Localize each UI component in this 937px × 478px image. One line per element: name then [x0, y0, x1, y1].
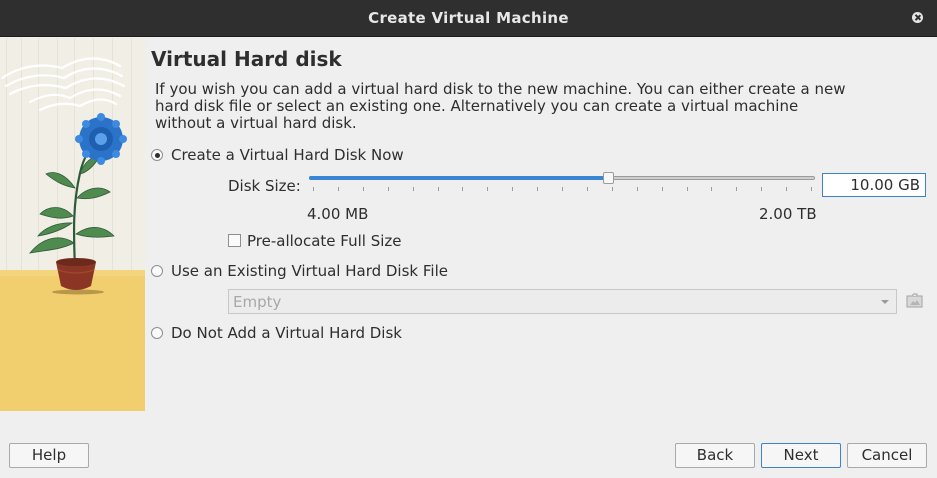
slider-tick: [586, 187, 588, 191]
radio-use-existing-disk[interactable]: [151, 265, 163, 277]
slider-tick: [686, 187, 688, 191]
help-button[interactable]: Help: [9, 443, 89, 468]
slider-tick: [412, 187, 414, 191]
slider-tick: [786, 187, 788, 191]
slider-min-label: 4.00 MB: [307, 205, 369, 223]
slider-tick: [462, 187, 464, 191]
option-label-no-disk[interactable]: Do Not Add a Virtual Hard Disk: [171, 324, 402, 342]
existing-disk-select[interactable]: Empty: [228, 289, 897, 314]
slider-tick: [337, 187, 339, 191]
slider-tick: [761, 187, 763, 191]
slider-tick: [512, 187, 514, 191]
preallocate-label[interactable]: Pre-allocate Full Size: [247, 232, 402, 250]
title-bar: Create Virtual Machine: [0, 0, 937, 37]
slider-max-label: 2.00 TB: [759, 205, 817, 223]
slider-tick: [362, 187, 364, 191]
slider-tick: [537, 187, 539, 191]
radio-create-disk-now[interactable]: [151, 149, 163, 161]
option-label-use-existing[interactable]: Use an Existing Virtual Hard Disk File: [171, 262, 448, 280]
close-icon[interactable]: [912, 12, 923, 23]
slider-tick: [661, 187, 663, 191]
chevron-down-icon: [881, 300, 889, 304]
slider-tick: [611, 187, 613, 191]
page-description: If you wish you can add a virtual hard d…: [155, 80, 846, 132]
existing-disk-select-value: Empty: [233, 293, 282, 311]
preallocate-checkbox[interactable]: [228, 234, 241, 247]
slider-tick: [313, 187, 314, 191]
next-button[interactable]: Next: [761, 443, 841, 468]
slider-handle[interactable]: [602, 172, 614, 184]
slider-tick: [736, 187, 738, 191]
slider-tick: [636, 187, 638, 191]
option-label-create-now[interactable]: Create a Virtual Hard Disk Now: [171, 146, 404, 164]
folder-open-icon[interactable]: [906, 293, 923, 308]
back-button[interactable]: Back: [675, 443, 755, 468]
wizard-illustration: [0, 38, 145, 411]
page-title: Virtual Hard disk: [151, 47, 342, 71]
disk-size-slider[interactable]: [309, 172, 815, 194]
slider-tick: [711, 187, 713, 191]
cancel-button[interactable]: Cancel: [847, 443, 927, 468]
slider-tick: [487, 187, 489, 191]
slider-tick: [387, 187, 389, 191]
disk-size-label: Disk Size:: [228, 177, 301, 195]
radio-no-disk[interactable]: [151, 327, 163, 339]
slider-fill: [309, 176, 608, 180]
slider-tick: [562, 187, 563, 191]
window-title: Create Virtual Machine: [368, 9, 569, 27]
slider-tick: [811, 187, 812, 191]
slider-tick: [437, 187, 439, 191]
disk-size-input[interactable]: [822, 173, 926, 197]
